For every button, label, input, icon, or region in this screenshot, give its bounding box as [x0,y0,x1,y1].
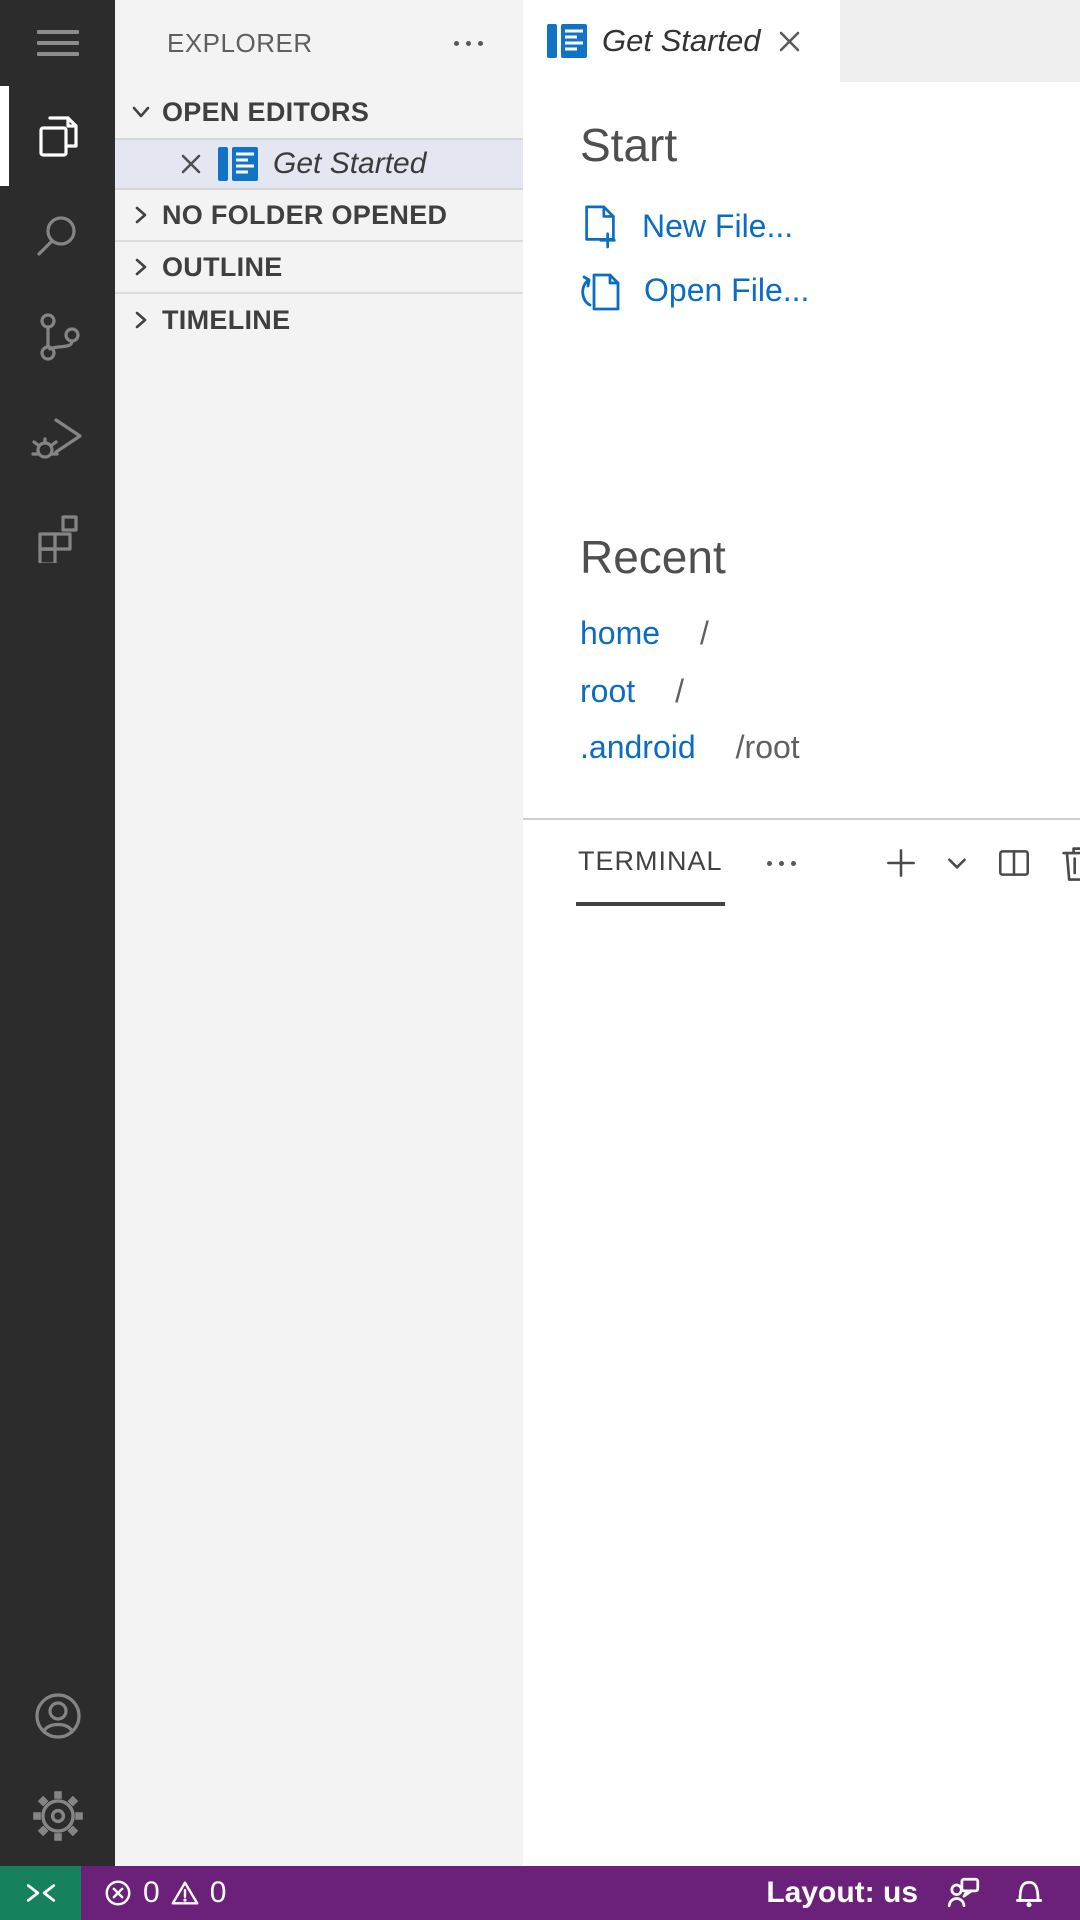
activity-bar [0,0,115,1866]
recent-link[interactable]: .android [580,729,696,766]
tab-label: Get Started [602,23,761,58]
sidebar-item-source-control[interactable] [0,286,115,386]
warning-icon [171,1881,199,1905]
activity-bar-spacer [0,586,115,1666]
error-icon [105,1880,131,1906]
sidebar-item-search[interactable] [0,186,115,286]
workbench: EXPLORER OPEN EDITORS Get Started NO FOL… [0,0,1080,1866]
tab-get-started[interactable]: Get Started [523,0,840,82]
sidebar-title: EXPLORER [167,27,313,58]
sidebar-empty-area [115,346,523,1866]
recent-item-root[interactable]: root / [580,668,1080,714]
open-file-icon [581,273,620,311]
vscode-window: EXPLORER OPEN EDITORS Get Started NO FOL… [0,0,1080,1920]
split-terminal-icon[interactable] [994,844,1034,882]
chevron-right-icon [135,311,147,329]
section-open-editors[interactable]: OPEN EDITORS [115,86,523,138]
sidebar-title-row: EXPLORER [115,0,523,86]
account-icon [34,1693,81,1739]
open-file-label: Open File... [644,271,810,308]
recent-link[interactable]: home [580,615,660,652]
active-indicator [0,86,9,186]
feedback-icon [947,1877,980,1908]
recent-item-android[interactable]: .android /root [580,724,1080,770]
new-file-action[interactable]: New File... [578,200,1080,252]
sidebar-more-actions-button[interactable] [454,40,483,46]
bell-icon [1015,1880,1043,1908]
settings-button[interactable] [0,1766,115,1866]
section-label: OPEN EDITORS [162,96,370,127]
section-no-folder-opened[interactable]: NO FOLDER OPENED [115,190,523,242]
new-file-icon [585,205,616,249]
recent-heading: Recent [580,531,726,583]
recent-link[interactable]: root [580,673,635,710]
remote-indicator-button[interactable] [0,1866,81,1920]
warning-count: 0 [209,1876,227,1909]
chevron-right-icon [135,206,147,224]
panel-more-actions-button[interactable] [766,860,796,866]
get-started-icon [547,24,587,58]
chevron-right-icon [135,258,147,276]
panel-header: TERMINAL [523,820,1080,906]
terminal-panel: TERMINAL [523,818,1080,1866]
sidebar-item-run-debug[interactable] [0,386,115,486]
recent-item-home[interactable]: home / [580,610,1080,656]
chevron-down-icon [132,106,150,118]
start-heading: Start [580,119,678,171]
problems-status-button[interactable]: 0 0 [103,1876,226,1910]
terminal-content[interactable] [523,906,1080,1866]
welcome-page: Start New File... Open File... Recent ho… [523,82,1080,818]
status-bar: 0 0 Layout: us [0,1866,1080,1920]
section-label: NO FOLDER OPENED [162,199,448,230]
run-debug-icon [30,418,82,459]
editor-group: Get Started Start New File... Open File.… [523,0,1080,1866]
open-file-action[interactable]: Open File... [578,264,1080,316]
open-editor-label: Get Started [273,147,427,180]
get-started-icon [218,147,258,181]
files-icon [38,116,78,157]
new-file-label: New File... [642,207,794,244]
section-label: OUTLINE [162,251,283,282]
feedback-button[interactable] [946,1875,982,1911]
keyboard-layout-status[interactable]: Layout: us [766,1876,918,1910]
close-tab-icon[interactable] [776,28,803,55]
panel-actions [882,842,1080,884]
section-outline[interactable]: OUTLINE [115,242,523,294]
accounts-button[interactable] [0,1666,115,1766]
terminal-tab-label: TERMINAL [578,845,723,876]
section-label: TIMELINE [162,304,291,335]
application-menu-button[interactable] [0,0,115,86]
recent-path: / [700,614,709,651]
gear-icon [32,1791,83,1841]
source-control-icon [39,313,80,361]
chevron-down-icon[interactable] [944,850,970,876]
recent-path: /root [735,728,800,765]
remote-icon [26,1884,55,1902]
new-terminal-icon[interactable] [882,844,920,882]
error-count: 0 [143,1876,160,1909]
notifications-button[interactable] [1012,1876,1046,1910]
trash-icon[interactable] [1058,842,1080,884]
close-editor-icon[interactable] [179,152,203,176]
section-timeline[interactable]: TIMELINE [115,294,523,346]
recent-path: / [675,672,685,709]
search-icon [36,216,76,256]
open-editor-item-get-started[interactable]: Get Started [115,138,523,190]
tab-bar: Get Started [523,0,1080,82]
sidebar-item-extensions[interactable] [0,486,115,586]
extensions-icon [37,515,78,563]
explorer-sidebar: EXPLORER OPEN EDITORS Get Started NO FOL… [115,0,523,1866]
tab-terminal[interactable]: TERMINAL [576,820,725,906]
menu-icon [36,30,79,56]
sidebar-item-explorer[interactable] [0,86,115,186]
